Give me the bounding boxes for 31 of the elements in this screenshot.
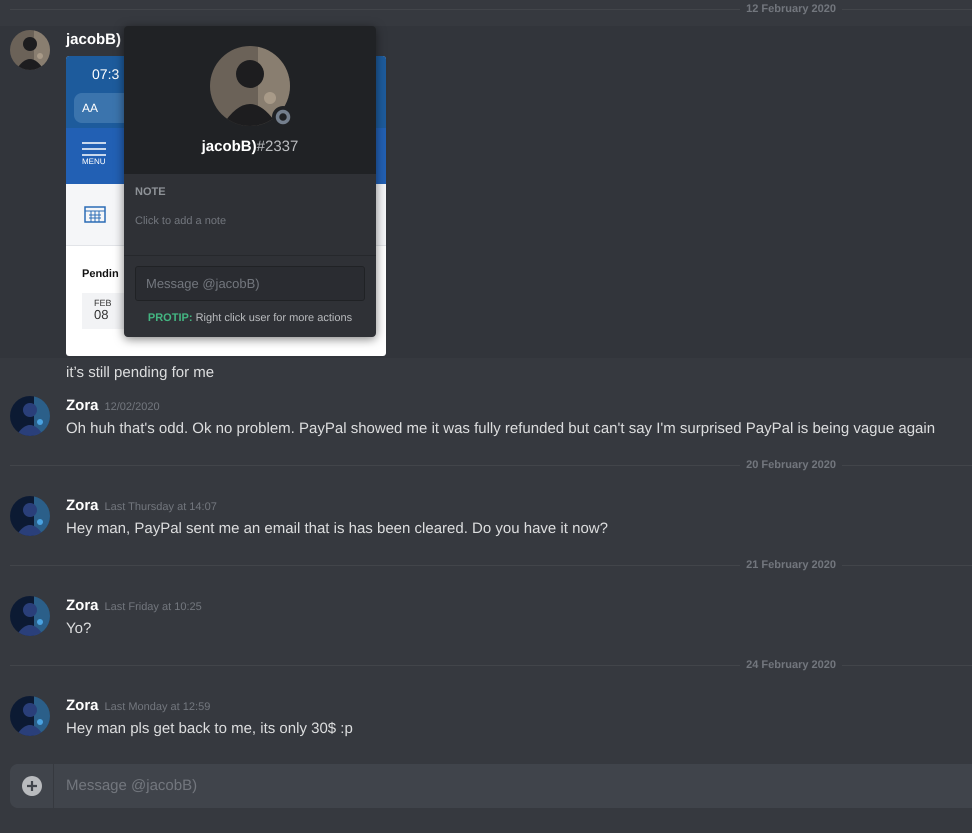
note-label: NOTE <box>135 185 167 200</box>
menu-icon <box>82 142 106 156</box>
menu-label: MENU <box>82 156 107 168</box>
timestamp: Last Friday at 10:25 <box>104 601 202 613</box>
month-label: FEB <box>94 298 113 308</box>
message-text: Hey man pls get back to me, its only 30$ :p <box>66 719 353 739</box>
username[interactable]: Zora <box>66 397 99 414</box>
message-text: Oh huh that's odd. Ok no problem. PayPal showed me it was fully refunded but can't say I'm surprised PayPal is being vague again <box>66 419 936 439</box>
date-divider: 21 February 2020 <box>745 558 837 573</box>
username[interactable]: Zora <box>66 597 99 614</box>
calendar-icon <box>84 204 106 223</box>
status-time: 07:3 <box>92 65 120 84</box>
user-tag: jacobB)#2337 <box>202 136 298 158</box>
section-title: Pendin <box>81 267 120 282</box>
date-divider: 12 February 2020 <box>745 2 837 17</box>
message-text: Yo? <box>66 619 92 639</box>
date-divider: 24 February 2020 <box>745 658 837 673</box>
day-label: 08 <box>94 308 110 323</box>
username[interactable]: Zora <box>66 697 99 714</box>
username[interactable]: Zora <box>66 497 99 514</box>
timestamp: Last Monday at 12:59 <box>104 701 210 713</box>
attach-button[interactable] <box>10 764 54 808</box>
message-text: it’s still pending for me <box>66 363 216 383</box>
protip-text: PROTIP: Right click user for more actions <box>146 311 354 326</box>
message-field[interactable]: Message @jacobB) <box>135 266 365 301</box>
date-divider: 20 February 2020 <box>745 458 837 473</box>
plus-icon <box>22 776 42 796</box>
timestamp: 12/02/2020 <box>104 401 160 413</box>
username[interactable]: jacobB) <box>66 31 122 48</box>
timestamp: Last Thursday at 14:07 <box>104 501 217 513</box>
message-text: Hey man, PayPal sent me an email that is has been cleared. Do you have it now? <box>66 519 608 539</box>
